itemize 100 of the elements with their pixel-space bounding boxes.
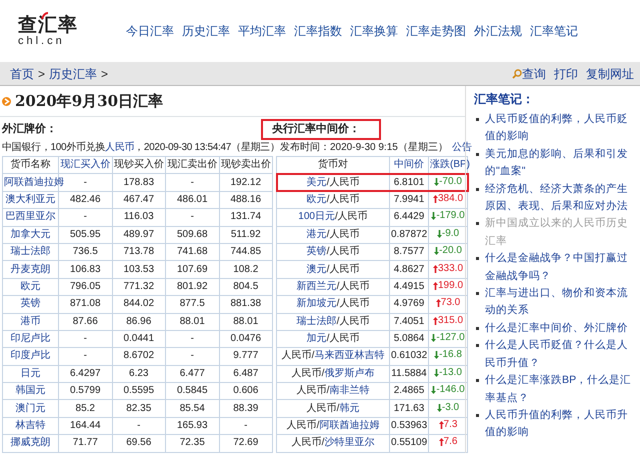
table-cell: /人民币: [326, 176, 360, 188]
table-cell: -: [84, 211, 87, 222]
table-cell: 9.777: [233, 350, 258, 362]
currency-link[interactable]: 南非兰特: [329, 385, 370, 396]
change-value: -70.0: [434, 176, 462, 187]
table-cell: 0.5799: [70, 385, 101, 396]
currency-link[interactable]: 阿联酋迪拉姆: [319, 420, 380, 432]
column-header: 现钞买入价: [114, 159, 164, 170]
table-cell: 85.2: [76, 402, 95, 414]
table-cell: 6.4429: [394, 211, 424, 222]
table-cell: -: [137, 420, 140, 432]
table-cell: 103.53: [123, 264, 154, 275]
change-value: -3.0: [436, 402, 460, 413]
table-cell: 801.92: [176, 280, 208, 292]
breadcrumb-link[interactable]: 历史汇率: [49, 64, 98, 82]
article-link[interactable]: 什么是金融战争？中国打赢过金融战争吗？: [485, 250, 636, 286]
table-cell: 72.35: [180, 437, 205, 448]
breadcrumb-link[interactable]: 首页: [10, 64, 34, 82]
article-link[interactable]: 美元加息的影响、后果和引发的"血案": [485, 146, 636, 181]
toolbar-link[interactable]: 复制网址: [586, 64, 634, 82]
table-cell: 72.69: [233, 437, 258, 448]
article-link[interactable]: 什么是汇率涨跌BP，什么是汇率基点？: [485, 372, 636, 407]
currency-link[interactable]: 人民币: [105, 142, 134, 153]
table-cell: 106.83: [70, 264, 101, 275]
currency-link[interactable]: 新西兰元: [296, 280, 337, 292]
table-cell: 人民币/: [306, 402, 340, 414]
table-cell: 0.606: [233, 385, 258, 396]
table-cell: 人民币/: [292, 368, 324, 379]
change-value: 199.0: [432, 280, 464, 291]
change-value: -9.0: [436, 228, 460, 239]
nav-link[interactable]: 汇率走势图: [406, 22, 466, 40]
table-cell: 82.35: [126, 402, 152, 414]
table-cell: 88.39: [233, 402, 258, 414]
table-cell: 2.4865: [394, 385, 424, 396]
nav-link[interactable]: 平均汇率: [238, 22, 286, 40]
table-cell: 0.5595: [123, 385, 154, 396]
table-cell: 6.477: [180, 368, 205, 379]
currency-link[interactable]: 新加坡元: [296, 298, 337, 310]
change-value: 73.0: [436, 298, 460, 308]
currency-link[interactable]: 100日元: [298, 211, 335, 222]
table-cell: 人民币/: [296, 385, 330, 396]
table-cell: 736.5: [72, 246, 98, 258]
table-cell: 4.4915: [394, 280, 424, 292]
table-cell: 4.8627: [394, 264, 424, 275]
table-cell: 489.97: [123, 228, 154, 240]
search-link[interactable]: 查询: [522, 64, 546, 82]
article-link[interactable]: 什么是人民币贬值？什么是人民币升值？: [485, 337, 636, 372]
change-value: -146.0: [431, 385, 465, 396]
table-cell: 8.7577: [394, 246, 424, 258]
table-cell: 796.05: [70, 280, 101, 292]
table-cell: 171.63: [394, 402, 424, 414]
table-cell: -: [244, 420, 248, 432]
nav-link[interactable]: 汇率指数: [294, 22, 342, 40]
currency-link[interactable]: 俄罗斯卢布: [324, 368, 374, 379]
currency-link[interactable]: 沙特里亚尔: [324, 437, 374, 448]
nav-link[interactable]: 今日汇率: [126, 22, 174, 40]
nav-link[interactable]: 外汇法规: [474, 22, 522, 40]
table-cell: 6.487: [233, 368, 258, 379]
page-title: 2020年9月30日汇率: [15, 90, 164, 112]
table-cell: -: [84, 333, 87, 344]
section-heading: 外汇牌价：: [2, 122, 58, 137]
table-cell: 165.93: [176, 420, 208, 432]
nav-link[interactable]: 历史汇率: [182, 22, 230, 40]
currency-link[interactable]: 美元: [306, 176, 327, 188]
table-cell: -: [84, 350, 87, 362]
table-cell: /人民币: [326, 246, 360, 258]
table-cell: 5.0864: [394, 333, 424, 344]
currency-link[interactable]: 加元: [306, 333, 327, 344]
currency-link[interactable]: 马来西亚林吉特: [314, 350, 384, 362]
change-value: 384.0: [432, 194, 464, 204]
currency-link[interactable]: 英镑: [306, 246, 327, 258]
column-header: 货币对: [318, 159, 348, 170]
currency-link[interactable]: 瑞士法郎: [296, 316, 337, 327]
nav-link[interactable]: 汇率换算: [350, 22, 398, 40]
table-cell: 87.66: [72, 316, 98, 327]
table-cell: 人民币/: [292, 437, 324, 448]
table-cell: 85.54: [180, 402, 205, 414]
article-link[interactable]: 什么是汇率中间价、外汇牌价: [485, 320, 628, 338]
currency-link[interactable]: 港元: [306, 228, 327, 240]
change-value: 333.0: [432, 264, 464, 274]
currency-link[interactable]: 澳元: [306, 264, 327, 275]
article-link[interactable]: 人民币贬值的利弊，人民币贬值的影响: [485, 111, 636, 146]
table-cell: 0.0441: [123, 333, 154, 344]
currency-link[interactable]: 欧元: [306, 194, 327, 205]
table-cell: 0.0476: [230, 333, 262, 344]
article-link[interactable]: 人民币升值的利弊，人民币升值的影响: [485, 406, 636, 442]
table-cell: 116.03: [124, 211, 154, 222]
table-cell: 0.53963: [391, 420, 428, 432]
currency-link[interactable]: 韩元: [339, 402, 360, 414]
change-value: 7.6: [438, 437, 458, 448]
table-cell: 488.16: [230, 194, 262, 205]
article-link[interactable]: 汇率与进出口、物价和资本流动的关系: [485, 285, 636, 320]
table-cell: 482.46: [70, 194, 101, 205]
table-cell: 844.02: [123, 298, 154, 310]
nav-link[interactable]: 汇率笔记: [530, 22, 578, 40]
change-value: -16.8: [434, 350, 462, 360]
breadcrumb-separator: >: [38, 66, 46, 82]
toolbar-link[interactable]: 打印: [554, 64, 578, 82]
article-link[interactable]: 经济危机、经济大萧条的产生原因、表现、后果和应对办法: [485, 180, 636, 216]
currency-link[interactable]: 阿联酋迪拉姆: [4, 176, 64, 188]
